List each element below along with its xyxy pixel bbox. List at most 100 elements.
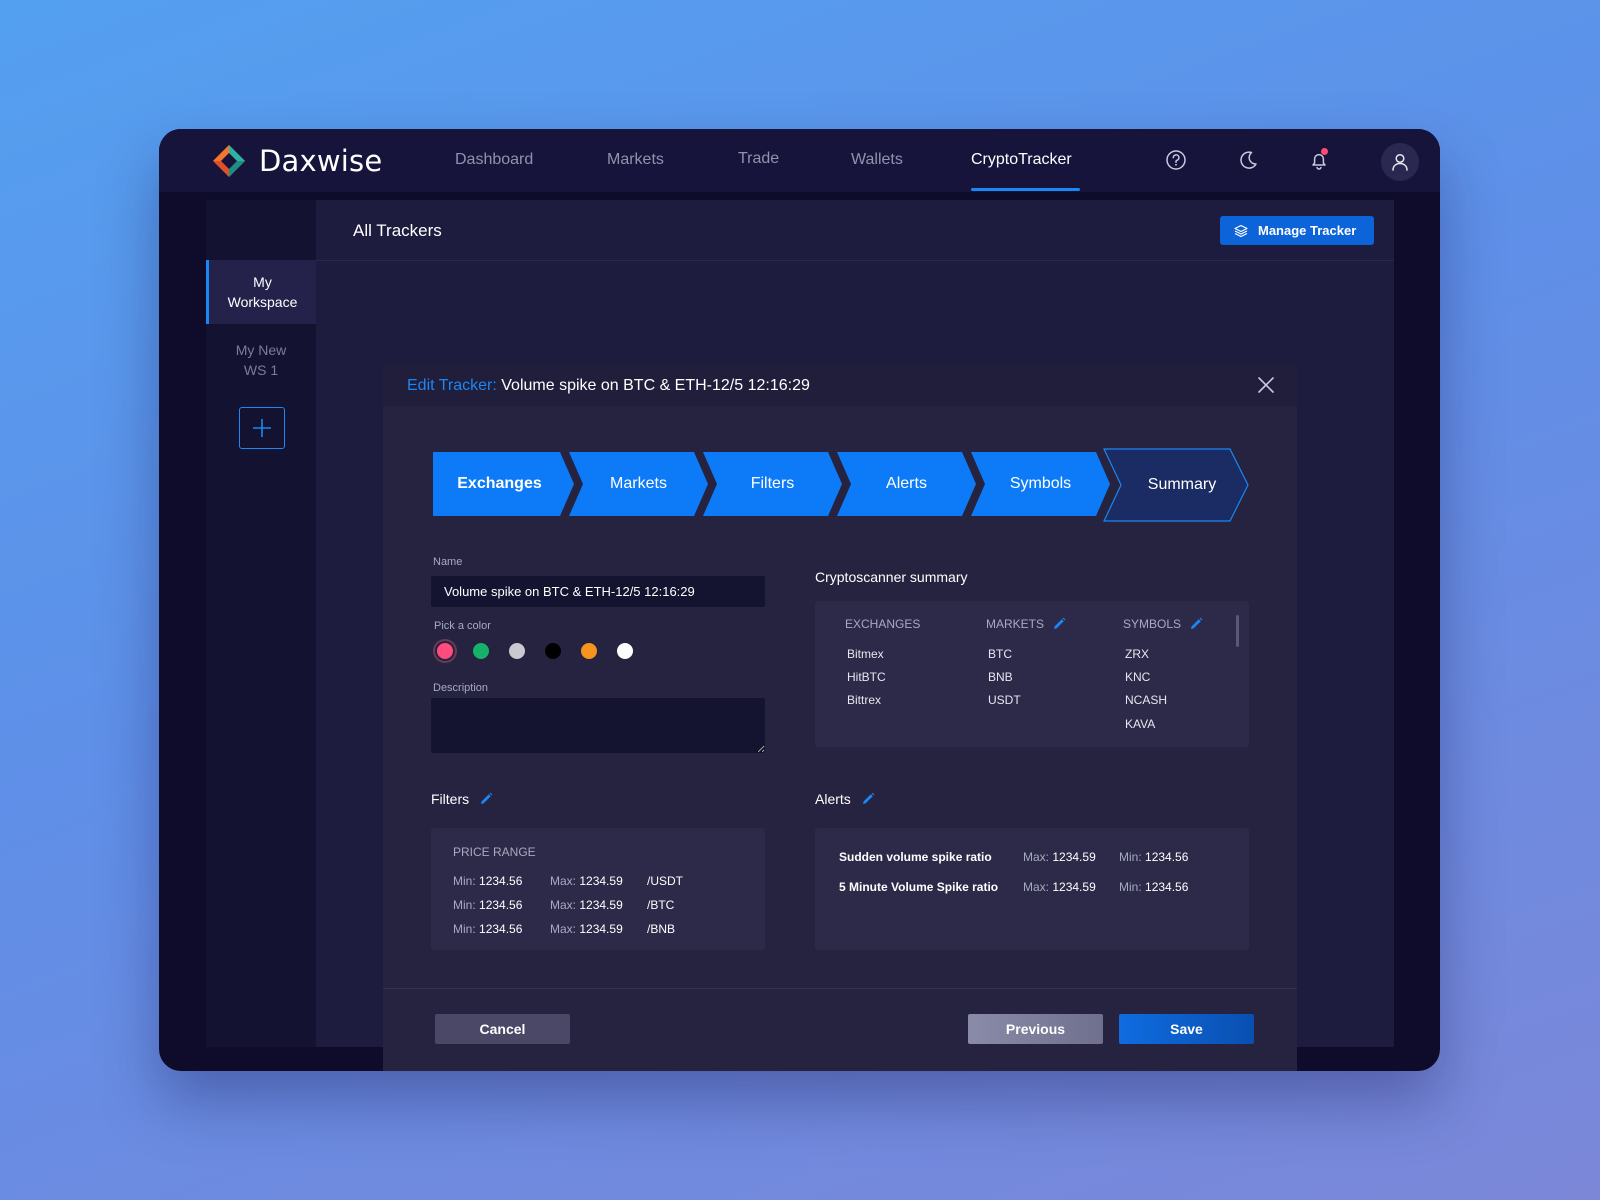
filters-section-title: Filters [431, 791, 493, 807]
edit-symbols-icon[interactable] [1189, 617, 1203, 631]
max-label: Max: [550, 922, 577, 936]
modal-title-value: Volume spike on BTC & ETH-12/5 12:16:29 [501, 377, 810, 394]
filters-title: Filters [431, 791, 470, 807]
nav-markets[interactable]: Markets [607, 151, 664, 169]
app-window: Daxwise Dashboard Markets Trade Wallets … [159, 129, 1440, 1071]
step-filters[interactable]: Filters [703, 452, 842, 516]
filters-panel: PRICE RANGE Min: 1234.56 Max: 1234.59 /U… [431, 828, 765, 950]
min-label: Min: [453, 898, 476, 912]
description-input[interactable] [431, 698, 765, 753]
modal-footer: Cancel Previous Save [383, 988, 1297, 1071]
step-markets[interactable]: Markets [569, 452, 708, 516]
alert-row: 5 Minute Volume Spike ratio Max: 1234.59… [839, 880, 1188, 894]
alert-name: Sudden volume spike ratio [839, 850, 992, 864]
step-summary[interactable]: Summary [1103, 448, 1249, 522]
max-label: Max: [550, 898, 577, 912]
edit-alerts-icon[interactable] [861, 792, 875, 806]
min-value: 1234.56 [1145, 850, 1189, 864]
modal-header: Edit Tracker: Volume spike on BTC & ETH-… [383, 364, 1297, 406]
market-item: BTC [988, 647, 1012, 661]
step-alerts-label: Alerts [886, 475, 927, 492]
max-value: 1234.59 [1052, 850, 1096, 864]
add-workspace-button[interactable] [239, 407, 285, 449]
symbol-item: KAVA [1125, 717, 1156, 731]
previous-button[interactable]: Previous [968, 1014, 1103, 1044]
min-value: 1234.56 [479, 922, 523, 936]
min-label: Min: [1119, 850, 1142, 864]
max-label: Max: [550, 874, 577, 888]
min-value: 1234.56 [479, 898, 523, 912]
plus-icon [253, 419, 271, 437]
moon-icon[interactable] [1237, 149, 1259, 171]
edit-tracker-modal: Edit Tracker: Volume spike on BTC & ETH-… [383, 364, 1297, 1071]
brand-name: Daxwise [259, 144, 383, 178]
workspace-item-my-new-ws-1[interactable]: My New WS 1 [206, 340, 316, 380]
market-item: USDT [988, 693, 1021, 707]
color-swatch-green[interactable] [473, 643, 489, 659]
min-label: Min: [453, 874, 476, 888]
nav-cryptotracker[interactable]: CryptoTracker [971, 151, 1072, 169]
step-alerts[interactable]: Alerts [837, 452, 976, 516]
exchanges-column-label: EXCHANGES [845, 617, 921, 631]
name-label: Name [433, 556, 463, 568]
exchange-item: HitBTC [847, 670, 886, 684]
nav-wallets[interactable]: Wallets [851, 151, 903, 169]
close-icon[interactable] [1257, 376, 1275, 394]
nav-dashboard[interactable]: Dashboard [455, 151, 533, 169]
unit: /BTC [647, 898, 675, 912]
wizard-stepper: Exchanges Markets Filters Alerts Symbols… [433, 444, 1263, 522]
summary-title: Cryptoscanner summary [815, 569, 968, 585]
summary-scrollbar[interactable] [1236, 615, 1239, 647]
layers-icon [1234, 224, 1248, 237]
exchange-item: Bitmex [847, 647, 884, 661]
exchange-item: Bittrex [847, 693, 882, 707]
min-value: 1234.56 [1145, 880, 1189, 894]
step-exchanges-label: Exchanges [457, 475, 542, 492]
color-swatch-white[interactable] [617, 643, 633, 659]
max-label: Max: [1023, 880, 1050, 894]
step-filters-label: Filters [750, 475, 795, 492]
markets-column-label: MARKETS [986, 617, 1045, 631]
step-symbols[interactable]: Symbols [971, 452, 1110, 516]
max-value: 1234.59 [579, 922, 623, 936]
user-icon [1392, 153, 1408, 171]
alerts-title: Alerts [815, 791, 851, 807]
color-swatch-pink[interactable] [437, 643, 453, 659]
step-exchanges[interactable]: Exchanges [433, 452, 574, 516]
exchanges-column-header: EXCHANGES [845, 617, 920, 631]
edit-markets-icon[interactable] [1052, 617, 1066, 631]
cancel-button[interactable]: Cancel [435, 1014, 570, 1044]
save-button[interactable]: Save [1119, 1014, 1254, 1044]
markets-column-header: MARKETS [986, 617, 1066, 631]
unit: /USDT [647, 874, 683, 888]
price-range-label: PRICE RANGE [453, 845, 536, 859]
workspace-item-my-workspace[interactable]: My Workspace [206, 260, 316, 324]
manage-tracker-button[interactable]: Manage Tracker [1220, 216, 1374, 245]
edit-filters-icon[interactable] [479, 792, 493, 806]
modal-title: Edit Tracker: Volume spike on BTC & ETH-… [407, 377, 810, 395]
color-swatch-orange[interactable] [581, 643, 597, 659]
color-swatch-black[interactable] [545, 643, 561, 659]
max-label: Max: [1023, 850, 1050, 864]
description-label: Description [433, 682, 489, 694]
symbol-item: KNC [1125, 670, 1151, 684]
avatar[interactable] [1381, 143, 1419, 181]
symbols-column-label: SYMBOLS [1123, 617, 1182, 631]
price-range-row: Min: 1234.56 Max: 1234.59 /BTC [453, 898, 674, 912]
symbol-item: NCASH [1125, 693, 1168, 707]
modal-title-label: Edit Tracker: [407, 377, 497, 394]
price-range-row: Min: 1234.56 Max: 1234.59 /USDT [453, 874, 683, 888]
daxwise-logo-icon [213, 145, 245, 177]
top-navigation: Daxwise Dashboard Markets Trade Wallets … [159, 129, 1440, 192]
max-value: 1234.59 [579, 898, 623, 912]
nav-trade[interactable]: Trade [738, 150, 779, 168]
name-input[interactable] [431, 576, 765, 607]
color-swatch-gray[interactable] [509, 643, 525, 659]
page-title: All Trackers [353, 221, 442, 240]
brand[interactable]: Daxwise [211, 143, 382, 179]
alerts-panel: Sudden volume spike ratio Max: 1234.59 M… [815, 828, 1249, 950]
help-circle-icon[interactable] [1165, 149, 1187, 171]
symbols-column-header: SYMBOLS [1123, 617, 1203, 631]
notification-badge [1321, 148, 1328, 155]
alert-row: Sudden volume spike ratio Max: 1234.59 M… [839, 850, 1188, 864]
